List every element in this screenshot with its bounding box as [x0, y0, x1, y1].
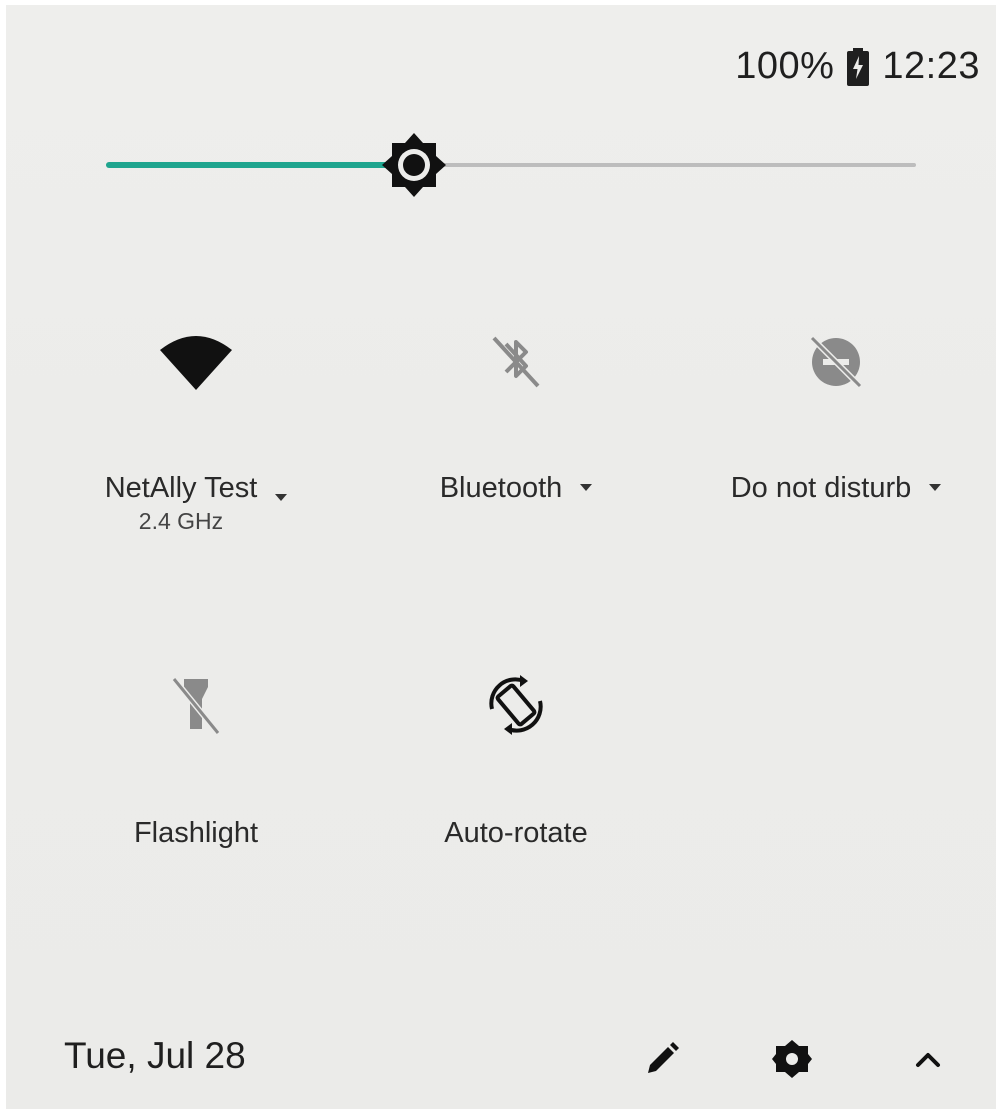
flashlight-off-icon — [171, 677, 221, 735]
tile-wifi-sublabel: 2.4 GHz — [138, 508, 224, 534]
tile-wifi[interactable]: NetAlly Test 2.4 GHz — [46, 320, 346, 534]
do-not-disturb-off-icon — [809, 335, 863, 389]
wifi-dropdown-icon[interactable] — [275, 494, 288, 501]
bluetooth-dropdown-icon[interactable] — [580, 484, 593, 491]
tile-dnd-label: Do not disturb — [730, 472, 912, 504]
tile-do-not-disturb[interactable]: Do not disturb — [686, 320, 986, 504]
bluetooth-off-icon — [492, 336, 540, 388]
quick-settings-footer: Tue, Jul 28 — [6, 1025, 996, 1095]
brightness-icon[interactable] — [380, 131, 448, 199]
brightness-level-fill — [106, 162, 414, 168]
clock: 12:23 — [882, 45, 980, 87]
quick-settings-panel: 100% 12:23 NetAlly Test 2.4 GHz Bluetoot… — [6, 5, 996, 1109]
tile-bluetooth-label: Bluetooth — [439, 472, 563, 504]
chevron-up-icon[interactable] — [902, 1033, 954, 1085]
gear-icon[interactable] — [766, 1033, 818, 1085]
pencil-icon[interactable] — [636, 1033, 688, 1085]
battery-percent: 100% — [735, 45, 835, 87]
status-bar: 100% 12:23 — [735, 45, 980, 88]
tile-auto-rotate-label: Auto-rotate — [444, 817, 588, 849]
tile-flashlight-label: Flashlight — [133, 817, 259, 849]
tile-flashlight[interactable]: Flashlight — [46, 665, 346, 849]
auto-rotate-icon — [489, 675, 543, 735]
date-label: Tue, Jul 28 — [64, 1035, 246, 1076]
battery-charging-icon — [847, 47, 870, 86]
tile-auto-rotate[interactable]: Auto-rotate — [366, 665, 666, 849]
dnd-dropdown-icon[interactable] — [929, 484, 942, 491]
wifi-icon — [160, 336, 232, 390]
tile-wifi-label: NetAlly Test — [104, 472, 258, 504]
brightness-slider[interactable] — [106, 125, 916, 205]
tile-bluetooth[interactable]: Bluetooth — [366, 320, 666, 504]
